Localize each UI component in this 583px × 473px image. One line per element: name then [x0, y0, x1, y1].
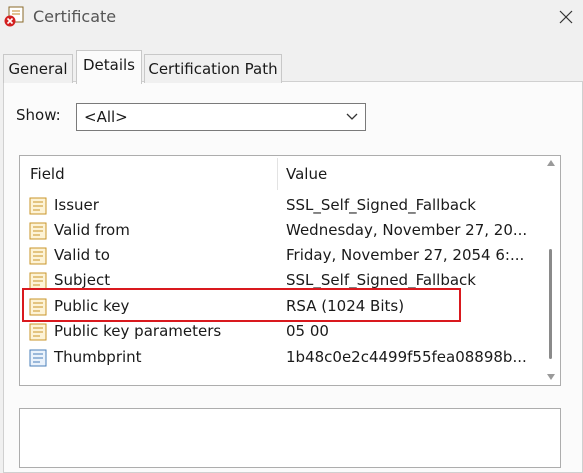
- field-list[interactable]: Field Value Issuer SSL_Self_Signed_Fallb…: [19, 155, 561, 386]
- show-label: Show:: [16, 106, 61, 124]
- close-icon[interactable]: [553, 4, 579, 30]
- column-divider[interactable]: [277, 158, 278, 190]
- certificate-field-icon: [29, 298, 47, 316]
- list-item[interactable]: Public key parameters 05 00: [20, 320, 542, 345]
- certificate-error-icon: [4, 6, 24, 27]
- field-name: Thumbprint: [54, 348, 142, 366]
- field-value: 05 00: [286, 322, 329, 340]
- show-dropdown[interactable]: <All>: [76, 103, 366, 131]
- field-name: Valid from: [54, 221, 130, 239]
- chevron-down-icon: [346, 113, 358, 120]
- field-value: SSL_Self_Signed_Fallback: [286, 196, 476, 214]
- field-value: RSA (1024 Bits): [286, 297, 405, 315]
- field-name: Public key: [54, 297, 130, 315]
- field-name: Issuer: [54, 196, 99, 214]
- certificate-field-icon: [29, 323, 47, 341]
- window-title: Certificate: [33, 7, 117, 26]
- title-bar: Certificate: [0, 0, 583, 34]
- scrollbar-thumb[interactable]: [549, 249, 552, 359]
- field-name: Public key parameters: [54, 322, 222, 340]
- tab-certification-path[interactable]: Certification Path: [144, 54, 282, 83]
- scroll-down-icon[interactable]: [547, 374, 555, 380]
- list-item[interactable]: Issuer SSL_Self_Signed_Fallback: [20, 194, 542, 219]
- certificate-field-icon: [29, 272, 47, 290]
- thumbprint-icon: [29, 349, 47, 367]
- field-value: SSL_Self_Signed_Fallback: [286, 271, 476, 289]
- column-header-value[interactable]: Value: [286, 165, 327, 183]
- field-value: Wednesday, November 27, 20...: [286, 221, 528, 239]
- field-value: 1b48c0e2c4499f55fea08898b...: [286, 348, 527, 366]
- field-detail-box[interactable]: [19, 408, 561, 468]
- field-name: Valid to: [54, 246, 110, 264]
- list-item[interactable]: Valid to Friday, November 27, 2054 6:...: [20, 244, 542, 269]
- certificate-field-icon: [29, 247, 47, 265]
- list-item-public-key[interactable]: Public key RSA (1024 Bits): [20, 295, 542, 320]
- list-item[interactable]: Thumbprint 1b48c0e2c4499f55fea08898b...: [20, 346, 542, 371]
- list-item[interactable]: Subject SSL_Self_Signed_Fallback: [20, 269, 542, 294]
- certificate-field-icon: [29, 197, 47, 215]
- tab-strip: General Details Certification Path: [0, 48, 583, 84]
- column-header-field[interactable]: Field: [30, 165, 65, 183]
- scroll-up-icon[interactable]: [547, 160, 555, 166]
- show-selected-value: <All>: [84, 108, 128, 126]
- tab-details[interactable]: Details: [76, 50, 142, 84]
- vertical-scrollbar[interactable]: [542, 156, 560, 385]
- list-item[interactable]: Valid from Wednesday, November 27, 20...: [20, 219, 542, 244]
- tab-general[interactable]: General: [3, 54, 73, 83]
- field-value: Friday, November 27, 2054 6:...: [286, 246, 525, 264]
- certificate-field-icon: [29, 222, 47, 240]
- field-name: Subject: [54, 271, 111, 289]
- list-header: Field Value: [20, 156, 542, 192]
